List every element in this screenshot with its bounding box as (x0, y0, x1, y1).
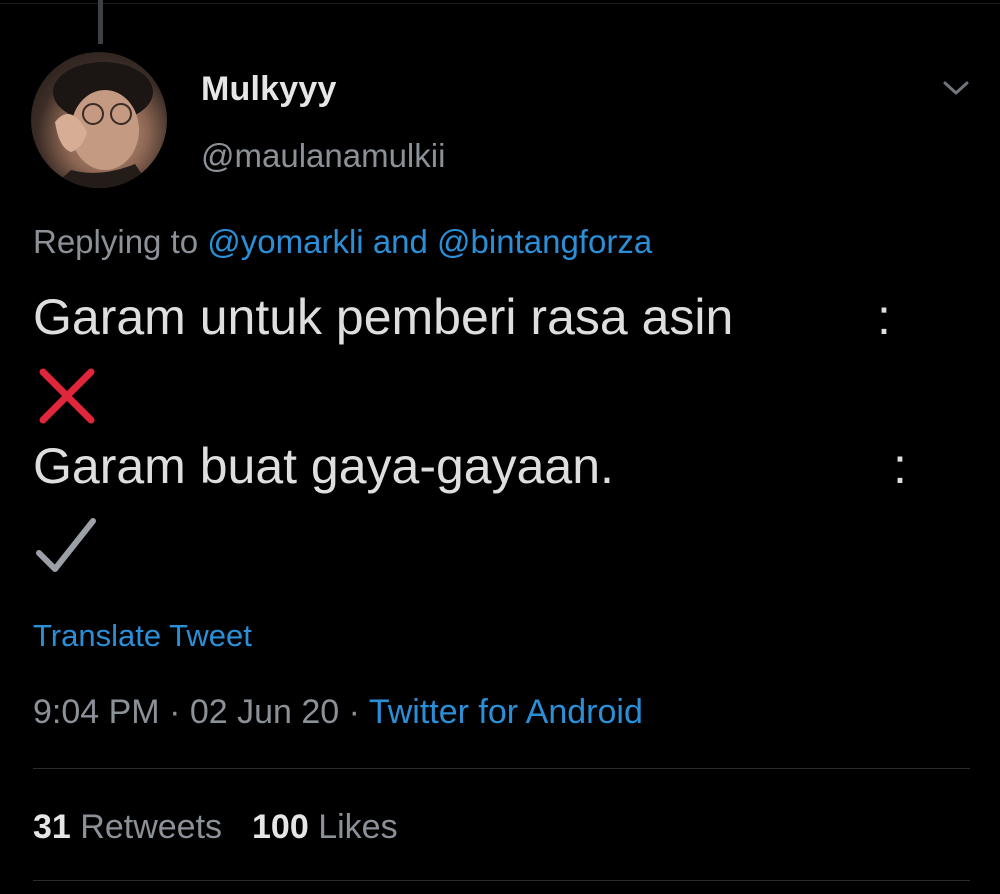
mention-yomarkli[interactable]: @yomarkli (207, 223, 363, 260)
replying-to-line: Replying to @yomarkli and @bintangforza (33, 223, 652, 261)
retweets-stat[interactable]: 31 Retweets (33, 808, 222, 846)
meta-separator: · (348, 693, 360, 731)
translate-tweet-link[interactable]: Translate Tweet (33, 618, 252, 654)
meta-separator: · (169, 693, 181, 731)
check-mark-icon (36, 518, 96, 572)
chevron-down-icon[interactable] (940, 76, 972, 100)
replying-to-prefix: Replying to (33, 223, 199, 260)
tweet-time: 9:04 PM (33, 693, 160, 731)
replying-to-conjunction[interactable]: and (373, 223, 428, 260)
tweet-text-line-2: Garam buat gaya-gayaan. (33, 438, 614, 494)
thread-connector-line (98, 0, 103, 44)
tweet-text-colon-2: : (893, 438, 907, 494)
mention-bintangforza[interactable]: @bintangforza (437, 223, 652, 260)
tweet-source-link[interactable]: Twitter for Android (369, 693, 643, 731)
likes-label: Likes (318, 808, 398, 846)
stats-bottom-divider (33, 880, 970, 881)
tweet-date: 02 Jun 20 (189, 693, 340, 731)
avatar[interactable] (31, 52, 167, 188)
avatar-image (51, 62, 153, 188)
stats-top-divider (33, 768, 970, 769)
tweet-meta: 9:04 PM · 02 Jun 20 · Twitter for Androi… (33, 693, 643, 732)
author-display-name[interactable]: Mulkyyy (201, 70, 337, 109)
likes-stat[interactable]: 100 Likes (252, 808, 398, 846)
tweet-text-line-1: Garam untuk pemberi rasa asin (33, 289, 734, 345)
retweets-label: Retweets (80, 808, 223, 846)
tweet-text-colon-1: : (877, 289, 891, 345)
top-divider (0, 3, 1000, 4)
likes-count: 100 (252, 808, 309, 846)
retweets-count: 31 (33, 808, 71, 846)
tweet-stats: 31 Retweets 100 Likes (33, 808, 398, 847)
cross-mark-icon (39, 368, 95, 424)
author-handle[interactable]: @maulanamulkii (201, 137, 445, 175)
